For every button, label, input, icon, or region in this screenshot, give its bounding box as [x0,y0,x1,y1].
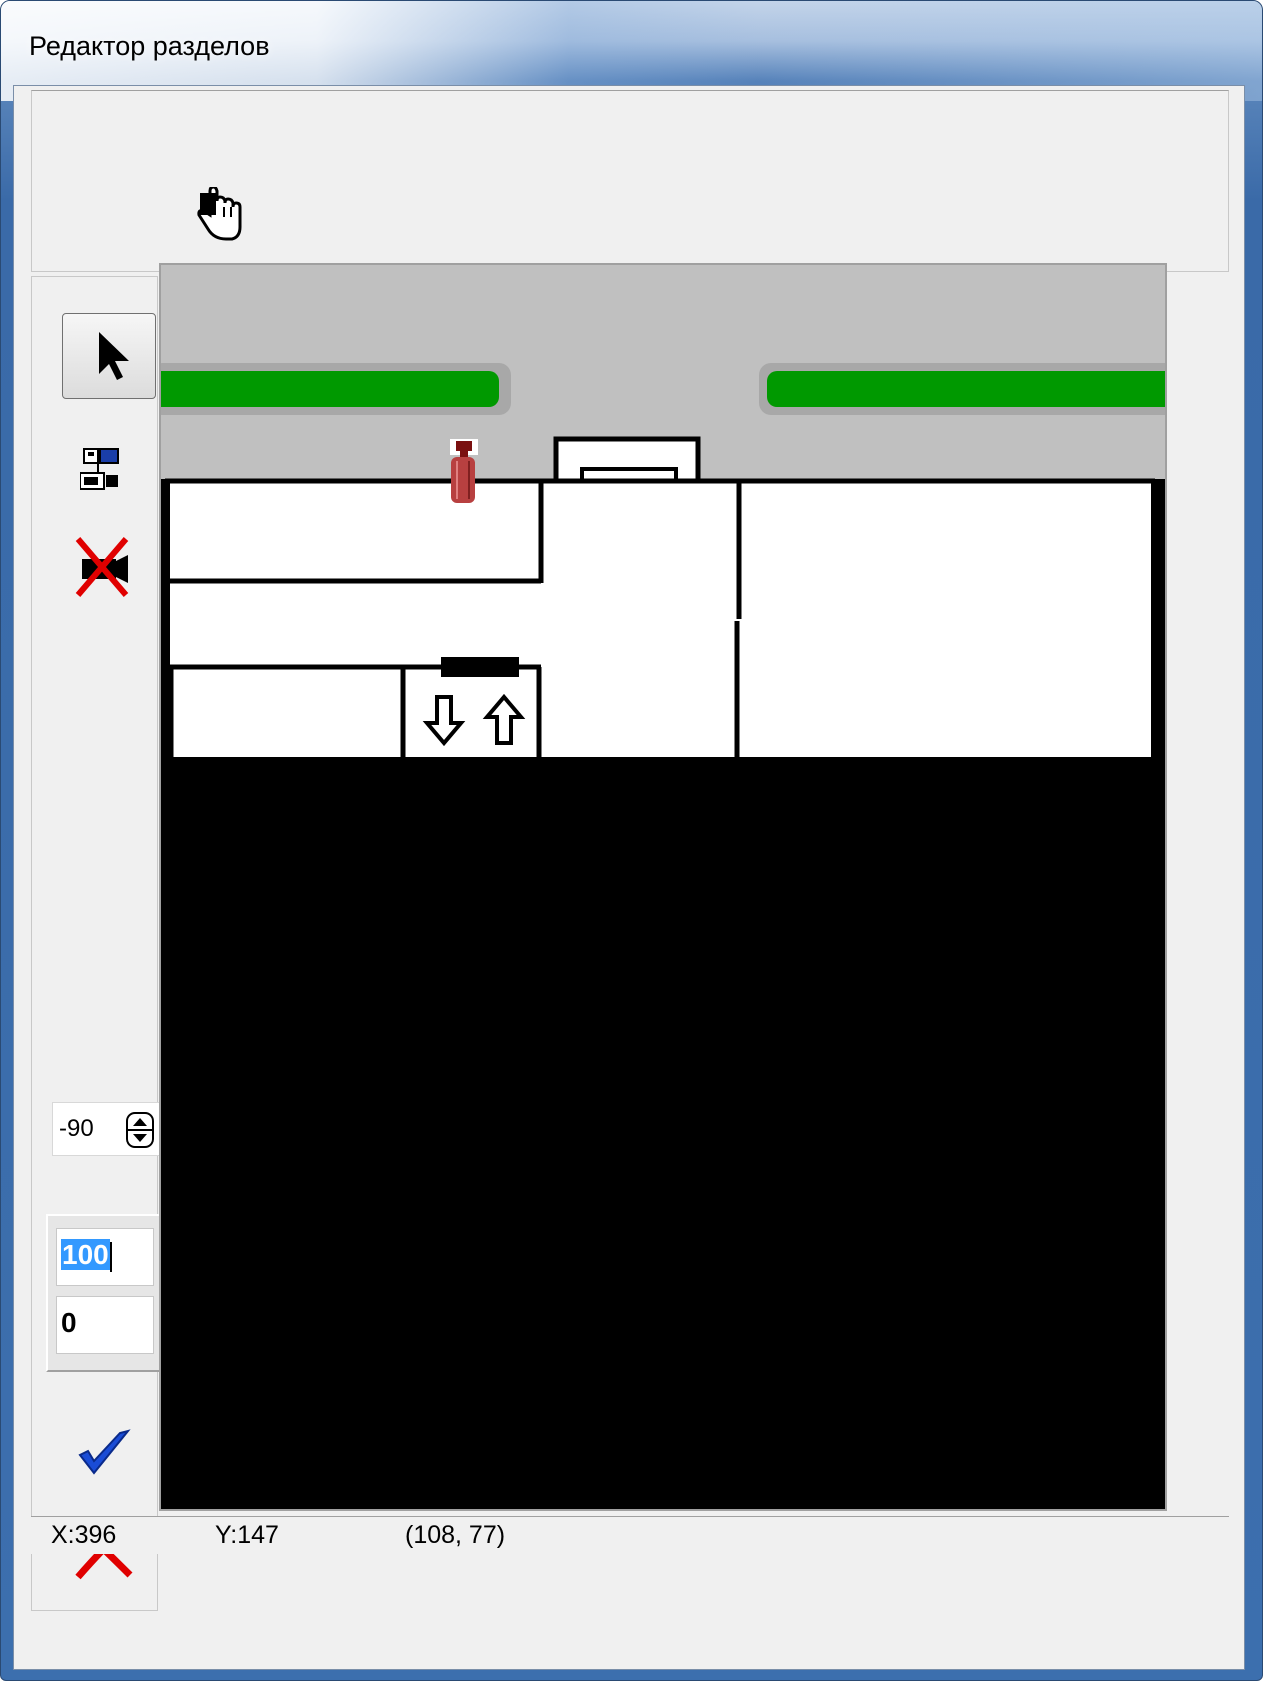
status-bar: X:396 Y:147 (108, 77) [31,1516,1229,1554]
door-bar [441,657,519,677]
status-coords: (108, 77) [405,1521,506,1549]
value-group: 100 0 [46,1214,164,1372]
remove-device-button[interactable] [74,535,130,604]
status-x: X:396 [51,1521,117,1549]
floor-plan-drawing [151,265,1179,757]
select-tool-button[interactable] [62,313,156,399]
hand-pointer-icon[interactable] [194,185,244,246]
add-device-button[interactable] [79,447,120,496]
spin-arrows-icon[interactable] [125,1111,155,1149]
angle-value: -90 [59,1115,94,1142]
lane-left [151,371,499,407]
floor-plan-canvas[interactable] [151,263,1179,1511]
network-computers-icon [79,448,119,490]
tools-sidebar: -90 100 0 [31,276,164,1611]
top-toolbar [31,90,1229,272]
value-bottom-input[interactable]: 0 [56,1296,154,1354]
checkmark-icon [78,1429,131,1475]
status-y: Y:147 [215,1521,279,1549]
value-top-input[interactable]: 100 [56,1228,154,1286]
remove-camera-icon [75,537,129,597]
value-top-text: 100 [61,1239,110,1270]
arrow-pointer-icon [99,332,129,380]
angle-spinner[interactable]: -90 [52,1102,160,1156]
lane-right [767,371,1177,407]
window-title: Редактор разделов [29,31,270,61]
extinguisher-icon [450,439,478,503]
building-area [165,479,1151,757]
ok-button[interactable] [76,1427,132,1486]
value-bottom-text: 0 [61,1307,77,1338]
editor-window: Редактор разделов -90 100 0 X:396 Y:147 … [0,0,1263,1681]
client-area: -90 100 0 X:396 Y:147 (108, 77) [13,85,1245,1670]
